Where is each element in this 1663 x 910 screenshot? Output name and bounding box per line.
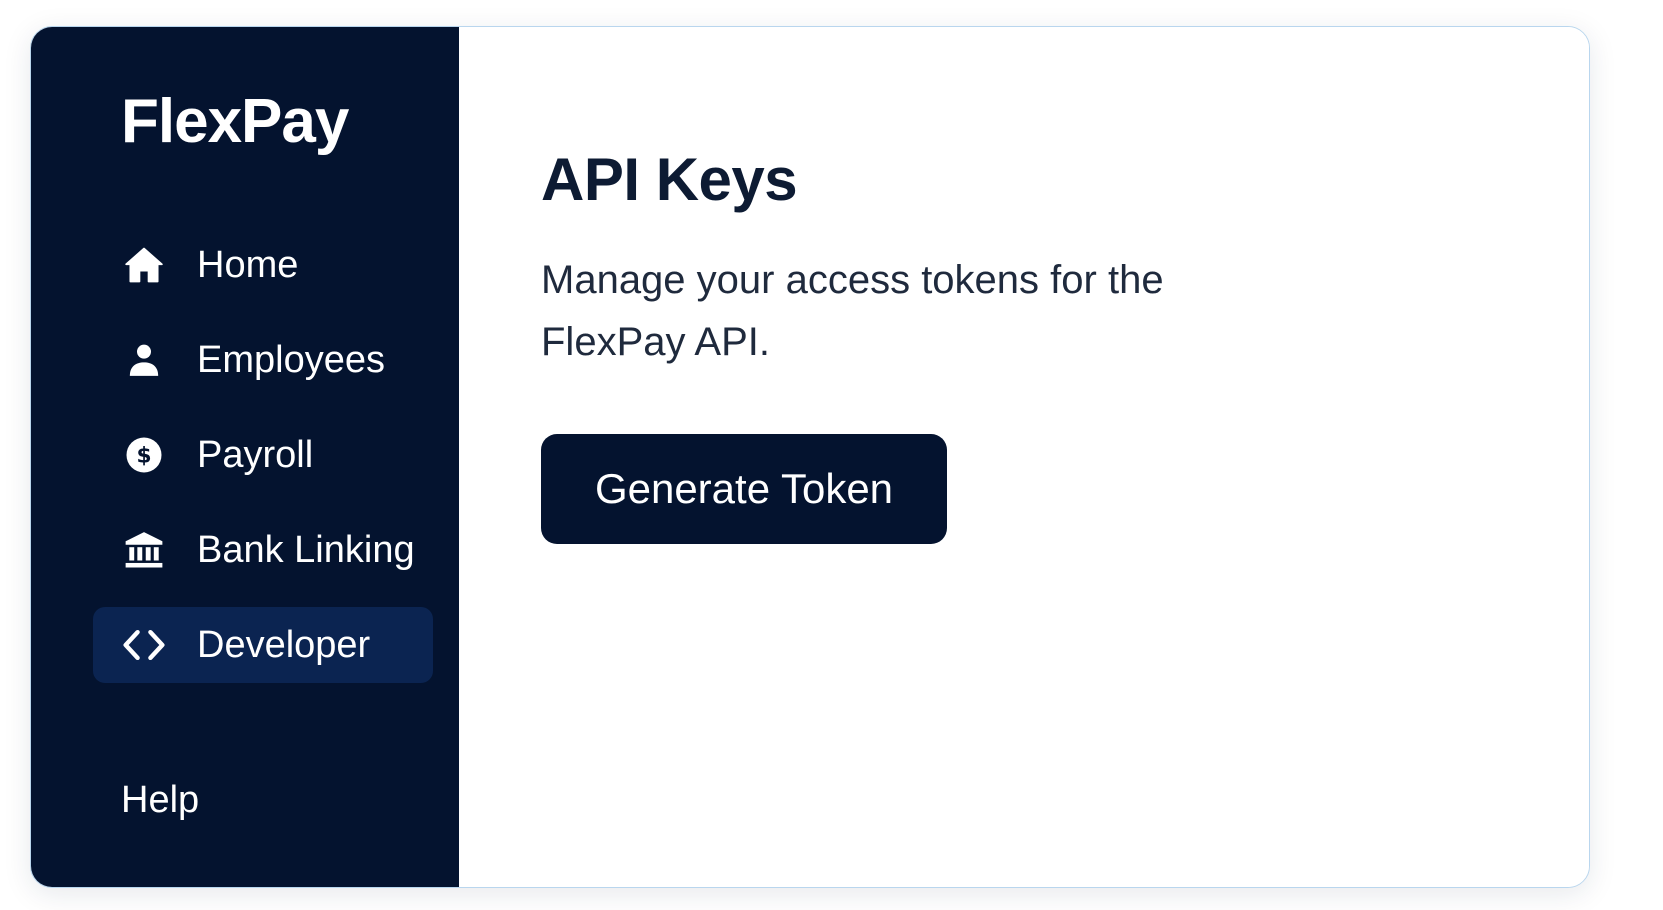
sidebar-nav: Home Employees $ Payroll Bank Linking De… — [93, 227, 433, 702]
help-link[interactable]: Help — [121, 779, 199, 822]
sidebar-item-label: Employees — [197, 338, 385, 381]
bank-icon — [121, 527, 167, 573]
dollar-circle-icon: $ — [121, 432, 167, 478]
page-title: API Keys — [541, 146, 798, 213]
sidebar-item-bank-linking[interactable]: Bank Linking — [93, 512, 433, 588]
sidebar-item-label: Payroll — [197, 433, 314, 476]
page-subtitle: Manage your access tokens for the FlexPa… — [541, 258, 1164, 364]
code-icon — [121, 622, 167, 668]
sidebar-item-payroll[interactable]: $ Payroll — [93, 417, 433, 493]
sidebar: FlexPay Home Employees $ Payroll Bank Li… — [31, 27, 459, 887]
home-icon — [121, 242, 167, 288]
sidebar-item-label: Home — [197, 243, 299, 286]
svg-text:$: $ — [136, 444, 151, 469]
brand-logo: FlexPay — [121, 87, 349, 156]
page: FlexPay Home Employees $ Payroll Bank Li… — [0, 0, 1663, 910]
sidebar-item-label: Developer — [197, 623, 371, 666]
sidebar-item-home[interactable]: Home — [93, 227, 433, 303]
generate-token-button[interactable]: Generate Token — [541, 434, 947, 544]
sidebar-item-employees[interactable]: Employees — [93, 322, 433, 398]
sidebar-item-label: Bank Linking — [197, 528, 415, 571]
app-window: FlexPay Home Employees $ Payroll Bank Li… — [30, 26, 1590, 888]
main-content: API Keys Manage your access tokens for t… — [459, 27, 1589, 887]
user-icon — [121, 337, 167, 383]
sidebar-item-developer[interactable]: Developer — [93, 607, 433, 683]
